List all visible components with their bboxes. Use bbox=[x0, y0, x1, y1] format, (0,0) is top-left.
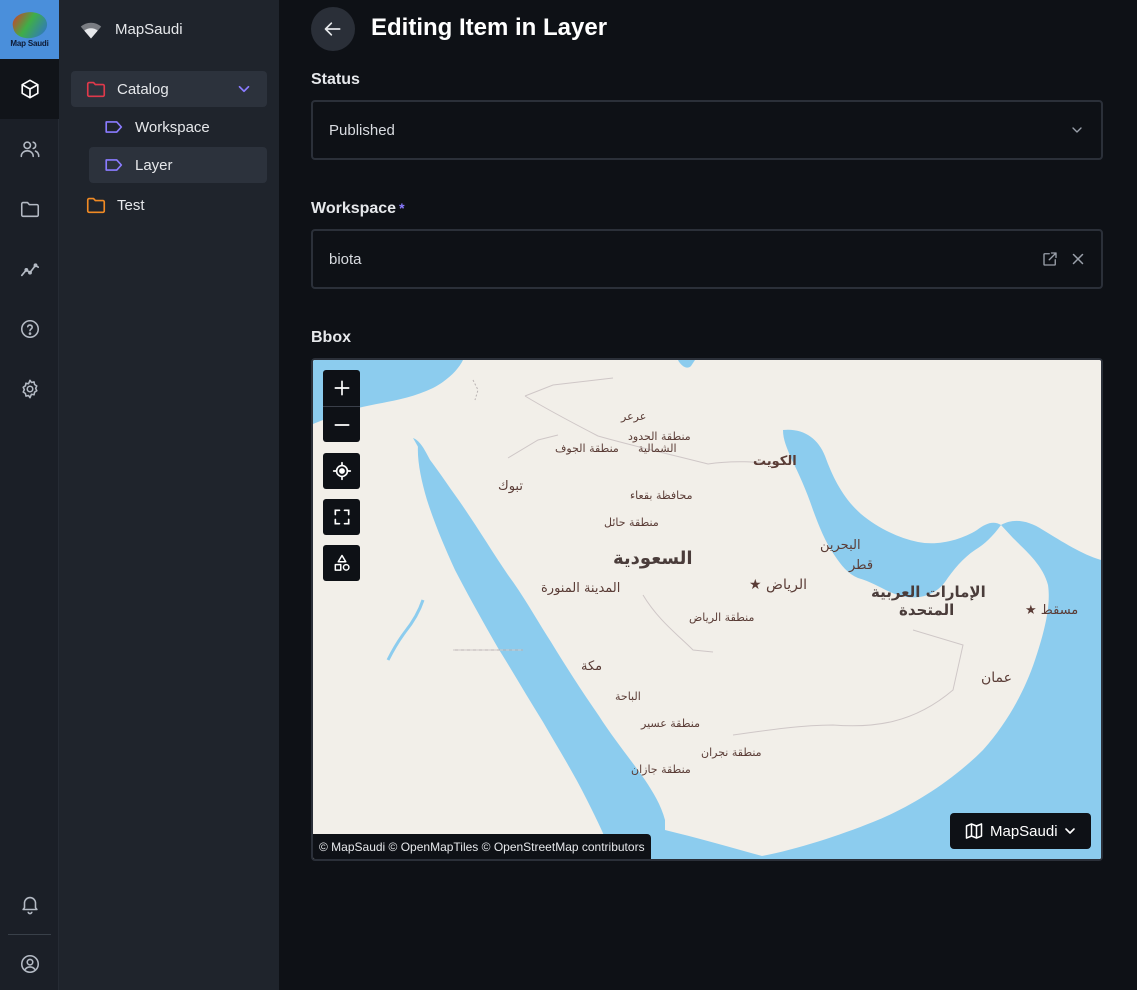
analytics-icon bbox=[20, 263, 39, 277]
zoom-out-button[interactable] bbox=[323, 406, 360, 442]
arrow-left-icon bbox=[324, 22, 341, 36]
sidebar-item-label: Test bbox=[117, 196, 145, 214]
map-label-makkah: مكة bbox=[581, 659, 603, 674]
bbox-map[interactable]: عرعر منطقة الحدود الشمالية منطقة الجوف ت… bbox=[311, 358, 1103, 861]
rail-notifications-button[interactable] bbox=[0, 874, 59, 934]
map-label-asir: منطقة عسير bbox=[641, 717, 700, 730]
map-label-madinah: المدينة المنورة bbox=[541, 581, 621, 596]
map-label-uae-2: المتحدة bbox=[899, 601, 955, 619]
map-label-jouf: منطقة الجوف bbox=[555, 442, 619, 455]
user-circle-icon bbox=[20, 954, 39, 974]
map-label-arar: عرعر bbox=[621, 410, 647, 423]
rail-settings-button[interactable] bbox=[0, 359, 59, 419]
minus-icon bbox=[334, 423, 349, 426]
bell-icon bbox=[21, 896, 38, 915]
shapes-icon bbox=[334, 554, 350, 571]
sidebar-item-test[interactable]: Test bbox=[71, 187, 267, 223]
cube-icon bbox=[20, 79, 39, 99]
fullscreen-icon bbox=[334, 509, 349, 525]
required-mark: * bbox=[399, 200, 405, 216]
users-icon bbox=[20, 141, 39, 158]
app-logo[interactable]: Map Saudi bbox=[0, 0, 59, 59]
bbox-label: Bbox bbox=[311, 329, 351, 346]
map-label-oman: عمان bbox=[981, 670, 1012, 686]
map-label-baha: الباحة bbox=[615, 690, 641, 703]
draw-shapes-button[interactable] bbox=[323, 545, 360, 581]
sidebar-item-label: Catalog bbox=[117, 80, 169, 98]
tag-icon bbox=[103, 116, 125, 138]
map-label-bahrain: البحرين bbox=[820, 538, 861, 553]
sidebar: MapSaudi Catalog Workspace Layer Test bbox=[59, 0, 279, 990]
chevron-down-icon[interactable] bbox=[235, 80, 253, 98]
folder-icon bbox=[20, 201, 39, 218]
chevron-down-icon bbox=[1064, 828, 1075, 834]
crosshair-icon bbox=[332, 461, 351, 481]
wifi-icon bbox=[80, 22, 102, 38]
rail-account-button[interactable] bbox=[0, 934, 59, 990]
workspace-field[interactable]: biota bbox=[311, 229, 1103, 289]
workspace-label-text: Workspace bbox=[311, 200, 397, 217]
map-label-najran: منطقة نجران bbox=[701, 746, 762, 759]
sidebar-item-label: Workspace bbox=[135, 118, 210, 136]
help-icon bbox=[20, 319, 39, 339]
status-select[interactable]: Published bbox=[311, 100, 1103, 160]
map-label-muscat-text: مسقط bbox=[1040, 603, 1079, 618]
page-title: Editing Item in Layer bbox=[371, 14, 608, 41]
close-icon[interactable] bbox=[1069, 250, 1087, 268]
rail-users-button[interactable] bbox=[0, 119, 59, 179]
zoom-in-button[interactable] bbox=[323, 370, 360, 406]
fullscreen-button[interactable] bbox=[323, 499, 360, 535]
status-label: Status bbox=[311, 71, 360, 88]
folder-icon bbox=[85, 78, 107, 100]
sidebar-brand[interactable]: MapSaudi bbox=[59, 0, 279, 59]
workspace-trailing bbox=[1041, 231, 1087, 287]
map-label-buqaa: محافظة بقعاء bbox=[630, 489, 693, 502]
sidebar-item-label: Layer bbox=[135, 156, 173, 174]
main-content: Editing Item in Layer Status Published W… bbox=[279, 0, 1137, 990]
map-label-jazan: منطقة جازان bbox=[631, 763, 691, 776]
map-label-riyadh-region: منطقة الرياض bbox=[689, 611, 755, 624]
chevron-down-icon[interactable] bbox=[1069, 122, 1085, 138]
map-label-riyadh-city-text: الرياض bbox=[766, 577, 807, 593]
map-label-hail: منطقة حائل bbox=[604, 516, 659, 529]
sidebar-item-workspace[interactable]: Workspace bbox=[89, 109, 267, 145]
sidebar-item-catalog[interactable]: Catalog bbox=[71, 71, 267, 107]
rail-help-button[interactable] bbox=[0, 299, 59, 359]
brand-name: MapSaudi bbox=[115, 21, 183, 38]
map-style-label: MapSaudi bbox=[990, 822, 1058, 840]
rail-analytics-button[interactable] bbox=[0, 239, 59, 299]
map-basemap bbox=[313, 360, 1101, 859]
workspace-value: biota bbox=[329, 250, 362, 268]
locate-button[interactable] bbox=[323, 453, 360, 489]
map-icon bbox=[965, 823, 983, 839]
status-value: Published bbox=[329, 121, 395, 139]
open-external-icon[interactable] bbox=[1041, 250, 1059, 268]
map-label-muscat: ★ مسقط bbox=[1025, 603, 1079, 618]
gear-icon bbox=[21, 379, 38, 399]
sidebar-item-layer[interactable]: Layer bbox=[89, 147, 267, 183]
status-trailing bbox=[1069, 102, 1087, 158]
map-label-uae: الإمارات العربية bbox=[871, 583, 986, 601]
icon-rail: Map Saudi bbox=[0, 0, 59, 990]
map-label-kuwait: الكويت bbox=[753, 454, 797, 469]
page-header: Editing Item in Layer bbox=[279, 0, 1137, 59]
logo-text: Map Saudi bbox=[10, 38, 49, 48]
map-label-riyadh-city: ★ الرياض bbox=[749, 577, 807, 593]
back-button[interactable] bbox=[311, 7, 355, 51]
map-label-qatar: قطر bbox=[849, 558, 874, 573]
map-style-button[interactable]: MapSaudi bbox=[950, 813, 1091, 849]
folder-icon bbox=[85, 194, 107, 216]
plus-icon bbox=[334, 380, 349, 396]
logo-map-shape bbox=[10, 8, 49, 41]
map-label-saudi: السعودية bbox=[613, 548, 693, 569]
rail-files-button[interactable] bbox=[0, 179, 59, 239]
tag-icon bbox=[103, 154, 125, 176]
workspace-label: Workspace * bbox=[311, 200, 405, 218]
map-attribution: © MapSaudi © OpenMapTiles © OpenStreetMa… bbox=[313, 834, 651, 859]
map-label-northern-borders-2: الشمالية bbox=[638, 442, 677, 455]
rail-catalog-button[interactable] bbox=[0, 59, 59, 119]
map-label-tabuk: تبوك bbox=[498, 479, 523, 494]
